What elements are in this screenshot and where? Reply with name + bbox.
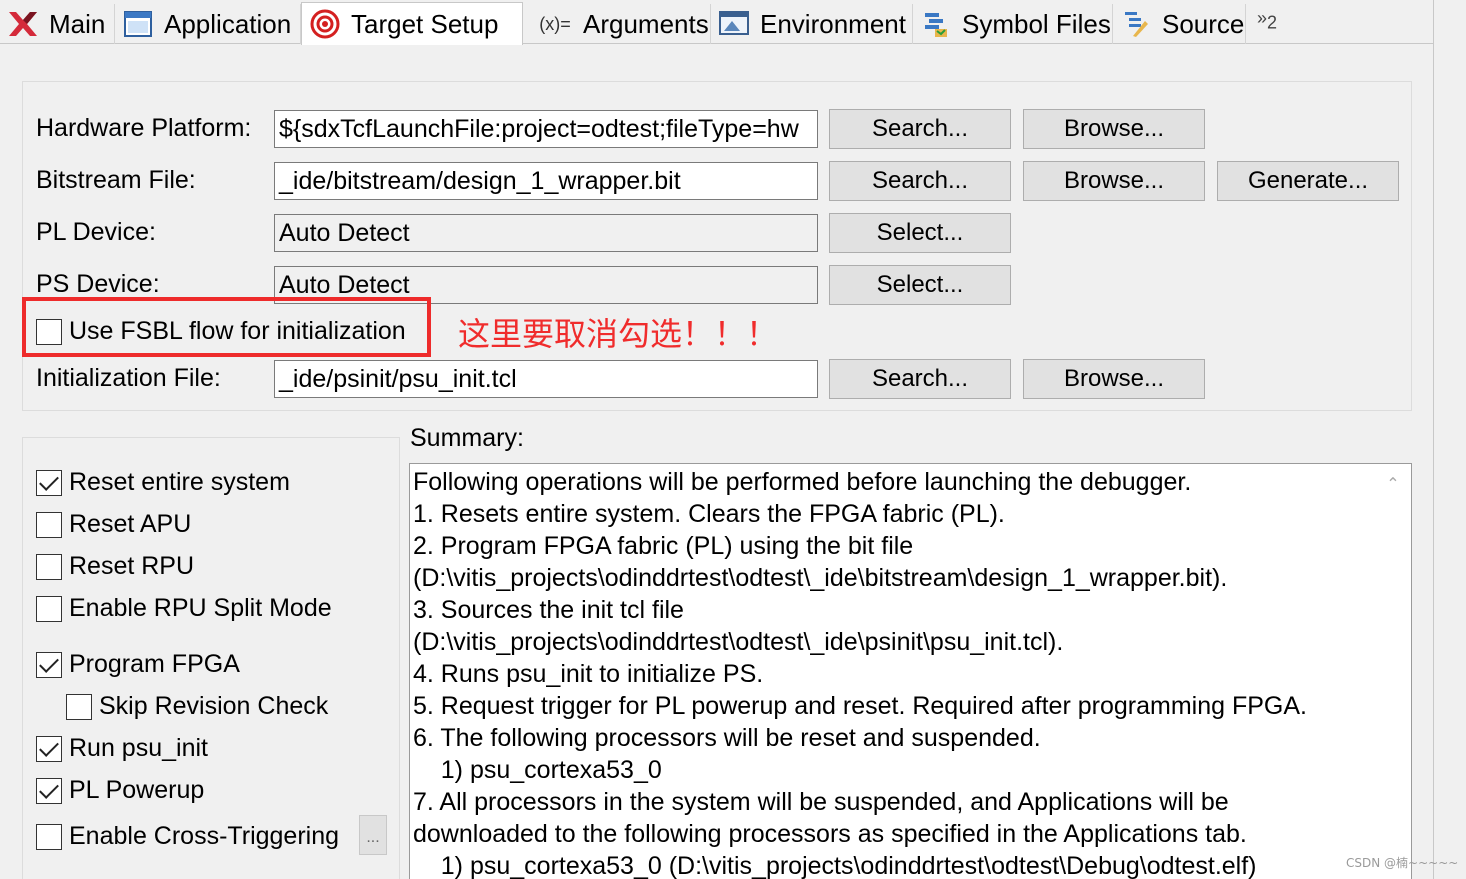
tab-bar: Main Application Target Setup (x)= Argum… [0,0,1434,45]
target-icon [308,7,342,41]
pl-powerup-label: PL Powerup [69,776,205,804]
summary-line: 6. The following processors will be rese… [413,724,1041,752]
tab-label: Main [49,8,106,39]
enable-rpu-split-mode-label: Enable RPU Split Mode [69,594,332,622]
hardware-platform-search-button[interactable]: Search... [829,109,1011,149]
initialization-file-field[interactable]: _ide/psinit/psu_init.tcl [274,360,818,398]
pl-powerup-checkbox[interactable] [36,778,62,804]
summary-line: 2. Program FPGA fabric (PL) using the bi… [413,532,914,560]
init-search-button[interactable]: Search... [829,359,1011,399]
summary-line: (D:\vitis_projects\odinddrtest\odtest\_i… [413,628,1064,656]
source-icon [1119,7,1153,41]
summary-line: 1) psu_cortexa53_0 (D:\vitis_projects\od… [413,852,1257,879]
ps-device-label: PS Device: [36,270,160,298]
pl-device-select-button[interactable]: Select... [829,213,1011,253]
scroll-up-icon[interactable]: ⌃ [1384,474,1402,493]
bitstream-search-button[interactable]: Search... [829,161,1011,201]
environment-icon [717,7,751,41]
tab-source[interactable]: Source [1113,4,1246,44]
summary-line: 1. Resets entire system. Clears the FPGA… [413,500,1005,528]
bitstream-browse-button[interactable]: Browse... [1023,161,1205,201]
enable-cross-triggering-label: Enable Cross-Triggering [69,822,340,850]
tab-application[interactable]: Application [115,4,301,44]
tab-arguments[interactable]: (x)= Arguments [530,4,711,44]
watermark: CSDN @楠~~~~~ [1346,856,1459,870]
application-window-icon [121,7,155,41]
enable-rpu-split-mode-checkbox[interactable] [36,596,62,622]
reset-rpu-checkbox[interactable] [36,554,62,580]
cross-trigger-settings-button[interactable]: ... [359,815,387,855]
summary-line: 1) psu_cortexa53_0 [413,756,662,784]
bitstream-file-label: Bitstream File: [36,166,196,194]
reset-entire-system-checkbox[interactable] [36,470,62,496]
summary-line: 3. Sources the init tcl file [413,596,684,624]
highlight-box [22,297,431,357]
annotation-text: 这里要取消勾选！！！ [458,315,779,353]
xilinx-logo-icon [6,7,40,41]
reset-apu-checkbox[interactable] [36,512,62,538]
overflow-count: 2 [1267,12,1278,33]
ps-device-select-button[interactable]: Select... [829,265,1011,305]
tab-label: Source [1162,8,1245,39]
tab-symbol-files[interactable]: Symbol Files [913,4,1113,44]
pl-device-label: PL Device: [36,218,156,246]
tab-label: Environment [760,8,906,39]
tab-label: Symbol Files [962,8,1111,39]
hardware-platform-field[interactable]: ${sdxTcfLaunchFile:project=odtest;fileTy… [274,110,818,148]
arguments-icon: (x)= [539,13,571,34]
bitstream-generate-button[interactable]: Generate... [1217,161,1399,201]
skip-revision-check-label: Skip Revision Check [99,692,329,720]
summary-line: (D:\vitis_projects\odinddrtest\odtest\_i… [413,564,1228,592]
reset-entire-system-label: Reset entire system [69,468,290,496]
panel-border [1433,0,1434,879]
hardware-platform-browse-button[interactable]: Browse... [1023,109,1205,149]
overflow-chevron-icon: » [1257,8,1268,28]
summary-line: 4. Runs psu_init to initialize PS. [413,660,764,688]
init-browse-button[interactable]: Browse... [1023,359,1205,399]
summary-label: Summary: [410,424,524,452]
summary-textbox[interactable]: Following operations will be performed b… [409,463,1412,879]
skip-revision-check-checkbox[interactable] [66,694,92,720]
reset-apu-label: Reset APU [69,510,192,538]
tab-main[interactable]: Main [0,4,115,44]
enable-cross-triggering-checkbox[interactable] [36,824,62,850]
pl-device-field: Auto Detect [274,214,818,252]
program-fpga-checkbox[interactable] [36,652,62,678]
tab-overflow-button[interactable]: »2 [1257,8,1277,34]
program-fpga-label: Program FPGA [69,650,240,678]
tab-environment[interactable]: Environment [711,4,913,44]
tab-target-setup[interactable]: Target Setup [301,2,523,45]
hardware-platform-label: Hardware Platform: [36,114,252,142]
summary-line: Following operations will be performed b… [413,468,1192,496]
symbol-files-icon [919,7,953,41]
tab-label: Application [164,8,292,39]
summary-line: 7. All processors in the system will be … [413,788,1229,816]
bitstream-file-field[interactable]: _ide/bitstream/design_1_wrapper.bit [274,162,818,200]
tab-label: Arguments [583,8,709,39]
run-psu-init-label: Run psu_init [69,734,208,762]
summary-line: 5. Request trigger for PL powerup and re… [413,692,1307,720]
summary-line: downloaded to the following processors a… [413,820,1247,848]
initialization-file-label: Initialization File: [36,364,221,392]
reset-rpu-label: Reset RPU [69,552,195,580]
run-psu-init-checkbox[interactable] [36,736,62,762]
tab-label: Target Setup [351,8,499,39]
